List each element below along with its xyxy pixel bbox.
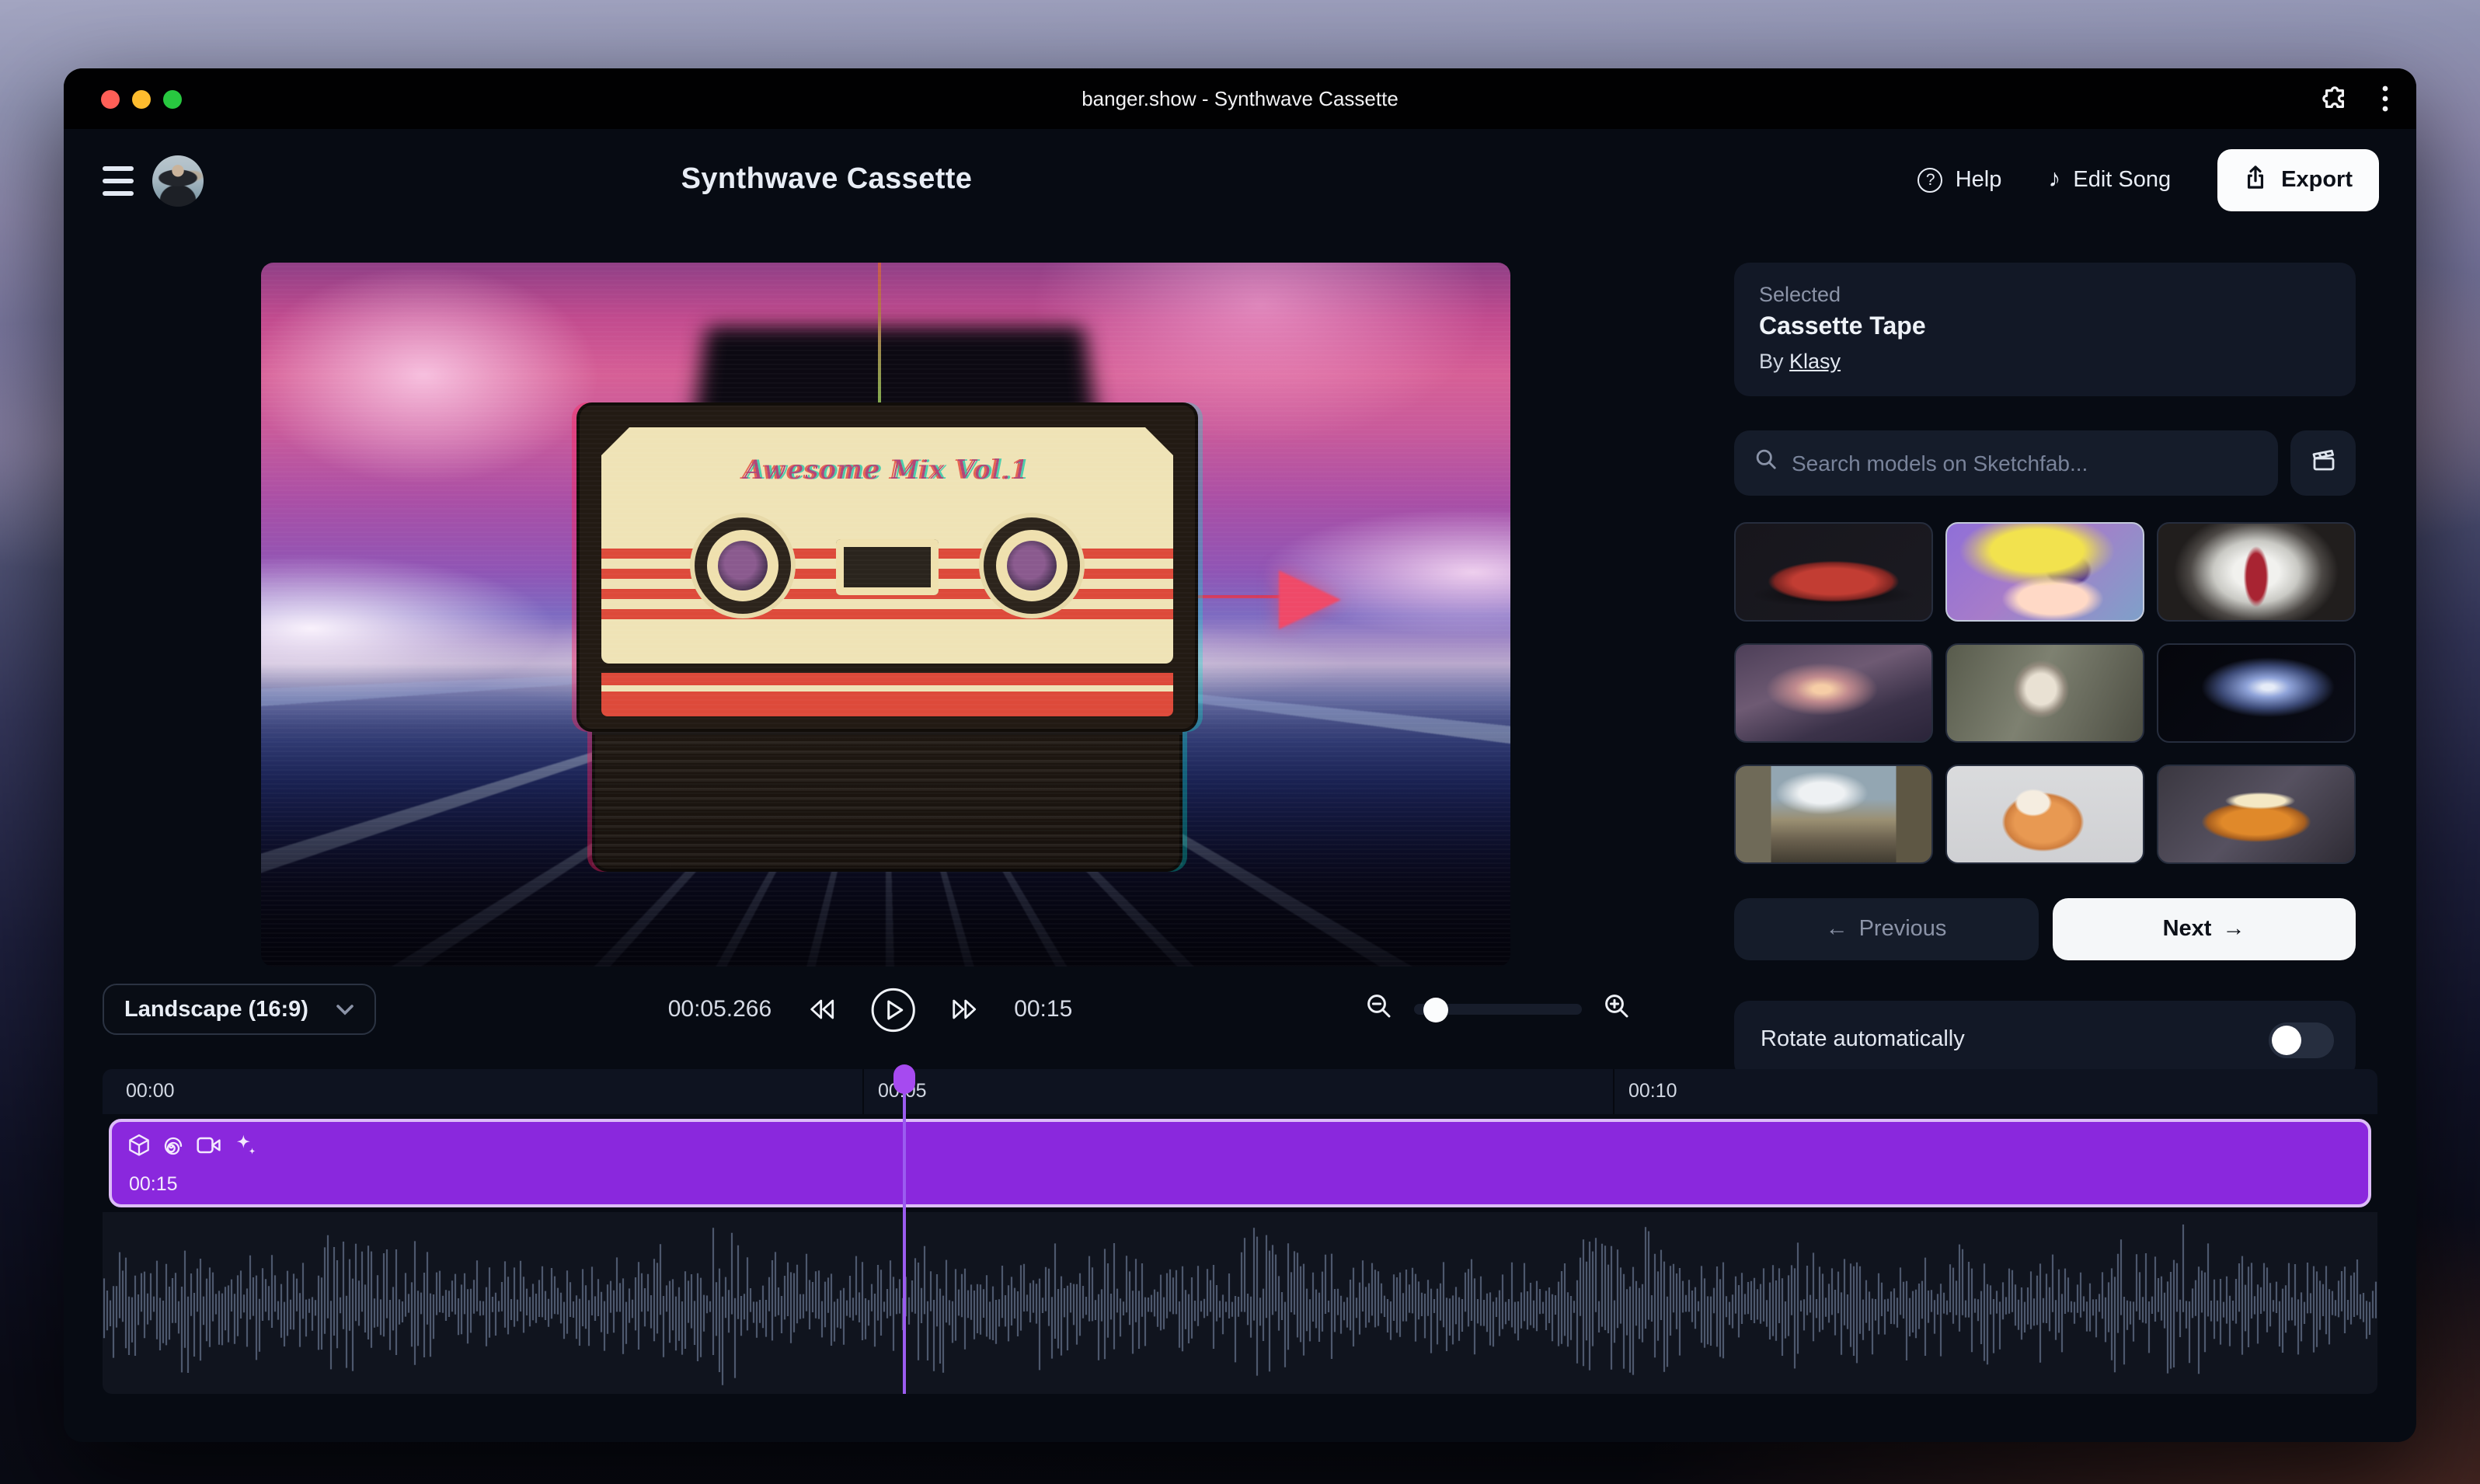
playhead-knob[interactable] [893,1064,914,1094]
model-thumb-red-cloak-warrior[interactable] [2157,522,2356,622]
model-thumb-toy-car[interactable] [2157,765,2356,864]
search-input[interactable] [1792,451,2258,476]
sparkles-icon [233,1133,258,1165]
preview-scanlines [261,263,1510,967]
share-export-icon [2244,165,2267,196]
audio-waveform[interactable] [103,1212,2377,1394]
selected-byline: By Klasy [1759,350,2331,373]
zoom-in-icon[interactable] [1604,992,1630,1026]
titlebar: banger.show - Synthwave Cassette [64,68,2416,129]
play-button[interactable] [869,986,916,1033]
music-note-icon: ♪ [2048,168,2060,193]
model-grid [1734,522,2356,864]
playhead[interactable] [902,1069,905,1394]
author-link[interactable]: Klasy [1789,350,1841,373]
page-title: Synthwave Cassette [681,163,973,197]
edit-song-button[interactable]: ♪ Edit Song [2048,168,2171,193]
next-button[interactable]: Next → [2052,898,2356,960]
clapperboard-icon [2310,448,2336,479]
search-icon [1754,448,1778,479]
app-window: banger.show - Synthwave Cassette Synthwa… [64,68,2416,1442]
selected-label: Selected [1759,283,2331,306]
app-header: Synthwave Cassette ? Help ♪ Edit Song [64,129,2416,232]
chevron-down-icon [336,997,354,1022]
video-preview[interactable]: Awesome Mix Vol.1 [261,263,1510,967]
clapperboard-button[interactable] [2290,430,2356,496]
ruler-tick-label: 00:10 [1628,1080,1677,1102]
zoom-slider[interactable] [1414,1004,1582,1015]
rewind-button[interactable] [806,998,835,1021]
avatar[interactable] [152,155,204,206]
window-title: banger.show - Synthwave Cassette [64,87,2416,110]
aspect-ratio-dropdown[interactable]: Landscape (16:9) [103,984,376,1035]
model-thumb-shiba-dog[interactable] [1945,765,2144,864]
model-thumb-anime-girl[interactable] [1945,522,2144,622]
search-box[interactable] [1734,430,2278,496]
previous-button[interactable]: ← Previous [1734,898,2038,960]
help-button[interactable]: ? Help [1918,168,2002,193]
extensions-puzzle-icon[interactable] [2322,85,2348,112]
model-thumb-storm-clouds[interactable] [1734,643,1933,743]
kebab-menu-icon[interactable] [2382,85,2388,112]
desktop: banger.show - Synthwave Cassette Synthwa… [0,0,2480,1484]
model-thumb-galaxy[interactable] [2157,643,2356,743]
model-thumb-skull[interactable] [1945,643,2144,743]
cube-icon [127,1133,151,1165]
arrow-right-icon: → [2222,917,2245,942]
video-camera-icon [196,1134,222,1164]
fast-forward-button[interactable] [950,998,980,1021]
ruler-tick-label: 00:00 [126,1080,175,1102]
total-time: 00:15 [1014,996,1072,1022]
zoom-slider-knob[interactable] [1424,997,1449,1022]
timeline-ruler[interactable]: 00:00 00:05 00:10 [103,1069,2377,1114]
menu-hamburger-icon[interactable] [103,165,134,195]
playback-controls: Landscape (16:9) 00:05.266 [64,984,2416,1035]
selected-model-card: Selected Cassette Tape By Klasy [1734,263,2356,396]
timeline: 00:00 00:05 00:10 [103,1069,2377,1394]
timeline-clip[interactable]: 00:15 [109,1119,2371,1207]
export-button[interactable]: Export [2217,149,2379,211]
model-thumb-abandoned-city[interactable] [1734,765,1933,864]
selected-model-name: Cassette Tape [1759,314,2331,342]
current-time: 00:05.266 [668,996,772,1022]
arrow-left-icon: ← [1826,917,1848,942]
spiral-icon [162,1134,185,1165]
clip-icons [127,1133,258,1165]
zoom-out-icon[interactable] [1366,992,1392,1026]
model-thumb-red-sports-car[interactable] [1734,522,1933,622]
help-icon: ? [1918,168,1943,193]
clip-duration-label: 00:15 [129,1173,178,1195]
model-sidebar: Selected Cassette Tape By Klasy [1734,263,2356,1078]
